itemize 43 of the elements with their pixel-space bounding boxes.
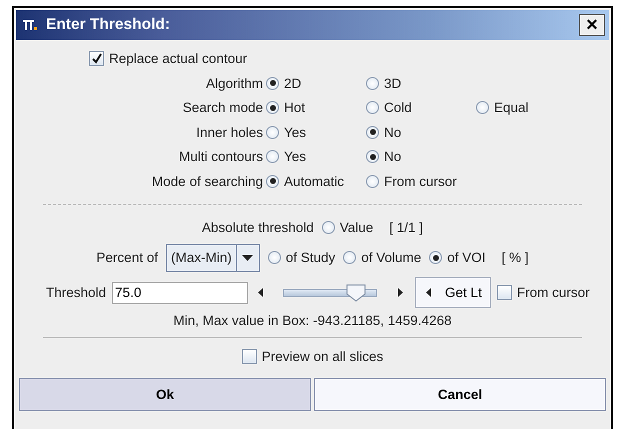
min-max-info: Min, Max value in Box: -943.21185, 1459.4268 — [172, 312, 453, 330]
option-label: Multi contours — [178, 148, 264, 166]
radio-option[interactable]: Hot — [266, 100, 366, 116]
radio-option[interactable]: 3D — [366, 76, 476, 91]
radio-option[interactable]: No — [366, 124, 476, 140]
caret-icon — [242, 254, 254, 260]
option-label: Inner holes — [195, 124, 264, 142]
option-label: Algorithm — [204, 74, 264, 93]
option-label: Search mode — [182, 99, 264, 118]
percent-of-label: Percent of — [96, 250, 158, 265]
left-arrow-icon — [426, 288, 432, 297]
radio-option[interactable]: Automatic — [266, 174, 366, 189]
threshold-field[interactable]: 75.0 — [112, 282, 248, 304]
dialog-button[interactable]: Cancel — [314, 378, 606, 410]
right-arrow-icon[interactable] — [398, 288, 404, 297]
dialog-button[interactable]: Ok — [19, 378, 311, 410]
replace-contour-checkbox[interactable]: Replace actual contour — [89, 51, 248, 66]
radio-option[interactable]: of Volume — [343, 250, 422, 265]
preview-checkbox[interactable]: Preview on all slices — [242, 349, 384, 364]
radio-option[interactable]: Yes — [266, 124, 366, 140]
radio-option[interactable]: Yes — [266, 149, 366, 164]
left-arrow-icon[interactable] — [258, 288, 264, 297]
get-lt-button[interactable]: Get Lt — [415, 277, 491, 308]
radio-option[interactable]: of Study — [268, 250, 336, 265]
unit-label: [ 1/1 ] — [389, 220, 424, 235]
pi-logo-icon — [22, 19, 38, 31]
dropdown[interactable]: (Max-Min) — [166, 244, 260, 272]
unit-label: [ % ] — [502, 250, 529, 265]
radio-option[interactable]: Value — [322, 220, 374, 235]
checkmark-icon — [91, 53, 102, 64]
slider-thumb[interactable] — [346, 284, 366, 302]
radio-option[interactable]: Cold — [366, 100, 476, 116]
window-title: Enter Threshold: — [46, 16, 172, 34]
radio-option[interactable]: From cursor — [366, 174, 476, 189]
close-button[interactable]: × — [579, 14, 605, 36]
threshold-label: Threshold — [46, 285, 106, 300]
radio-option[interactable]: 2D — [266, 76, 366, 91]
radio-option[interactable]: of VOI — [429, 250, 486, 265]
radio-option[interactable]: Equal — [476, 100, 529, 116]
radio-option[interactable]: No — [366, 149, 476, 164]
option-label: Mode of searching — [150, 172, 264, 191]
absolute-threshold-label: Absolute threshold — [202, 220, 314, 235]
from-cursor-checkbox[interactable]: From cursor — [496, 285, 590, 300]
